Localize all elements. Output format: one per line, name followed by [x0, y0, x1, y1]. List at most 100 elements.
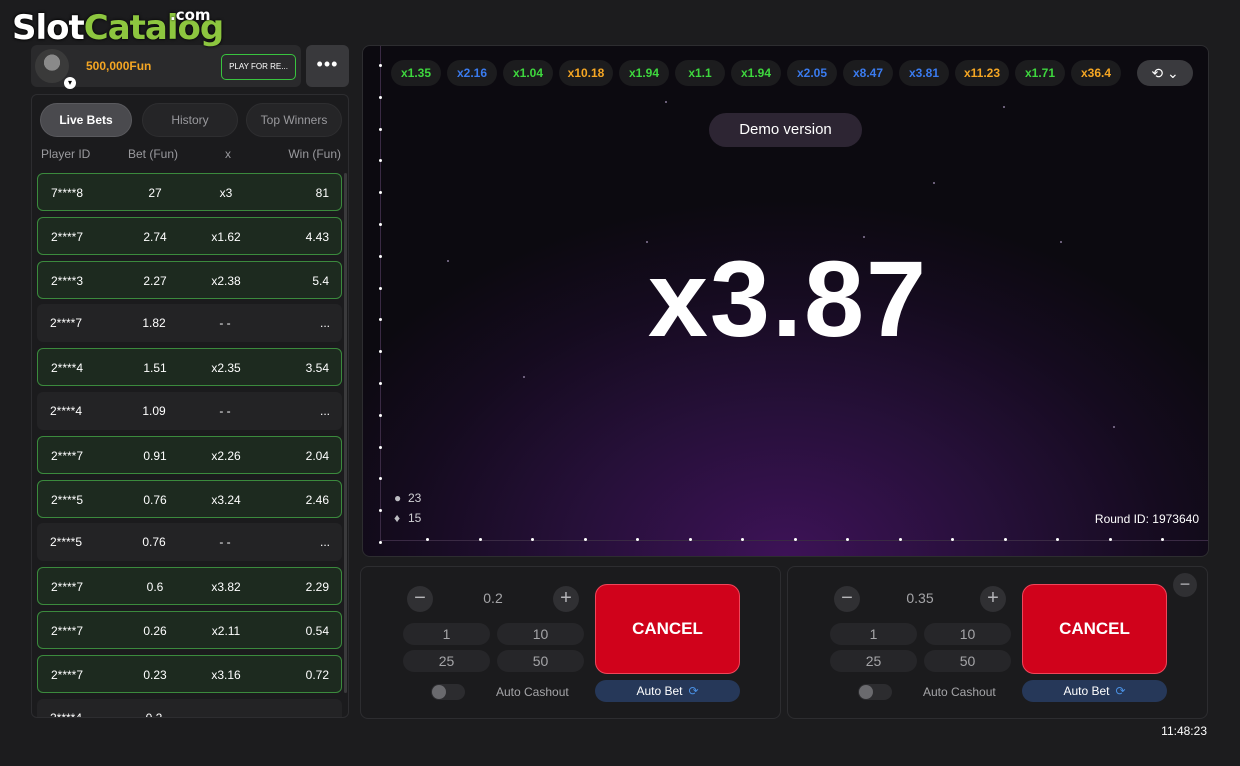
bet-win: 5.4 — [312, 273, 329, 288]
bet-player-id: 2****5 — [51, 492, 84, 507]
quick-bet-25[interactable]: 25 — [403, 650, 490, 672]
history-icon: ⟲ — [1151, 65, 1164, 81]
tab-top-winners[interactable]: Top Winners — [246, 103, 342, 137]
auto-cashout-label: Auto Cashout — [496, 685, 569, 699]
logo-slot-text: Slot — [12, 8, 85, 48]
y-axis-dot — [379, 223, 382, 226]
round-id: Round ID: 1973640 — [1095, 512, 1199, 526]
x-axis-dot — [1003, 538, 1007, 541]
bet-win: 2.46 — [305, 492, 329, 507]
bets-column-headers: Player ID Bet (Fun) x Win (Fun) — [32, 147, 348, 163]
bet-multiplier: x1.62 — [211, 229, 241, 244]
auto-cashout-toggle[interactable] — [858, 684, 892, 700]
chevron-down-icon[interactable]: ▾ — [64, 77, 76, 89]
bet-player-id: 2****7 — [51, 580, 84, 595]
bet-player-id: 7****8 — [51, 186, 84, 200]
more-menu-button[interactable]: ••• — [306, 45, 349, 87]
bet-row: 2****7 0.23 x3.16 0.72 — [37, 654, 342, 693]
history-toggle-button[interactable]: ⟲ ⌄ — [1137, 60, 1193, 86]
bet-row: 2****7 1.82 - -... — [37, 304, 342, 343]
decrease-bet-button[interactable]: − — [834, 586, 860, 612]
x-axis-dot — [1056, 538, 1059, 541]
bet-player-id: 2****4 — [50, 404, 83, 418]
cancel-button[interactable]: CANCEL — [595, 584, 740, 674]
y-axis-dot — [379, 191, 382, 195]
decrease-bet-button[interactable]: − — [407, 586, 433, 612]
y-axis-dot — [379, 350, 382, 354]
y-axis-dot — [379, 95, 382, 99]
auto-bet-button[interactable]: Auto Bet ⟳ — [1022, 680, 1167, 702]
increase-bet-button[interactable]: + — [553, 586, 579, 612]
history-multiplier: x1.04 — [503, 60, 553, 86]
y-axis-dot — [379, 127, 382, 131]
auto-bet-label: Auto Bet — [1063, 684, 1110, 698]
bet-amount-value[interactable]: 0.35 — [872, 590, 968, 606]
tab-history[interactable]: History — [142, 103, 238, 137]
x-axis-dot — [636, 538, 639, 541]
tab-live-bets[interactable]: Live Bets — [40, 103, 132, 137]
auto-cashout-label: Auto Cashout — [923, 685, 996, 699]
bet-row: 2****7 0.91 x2.26 2.04 — [37, 435, 342, 474]
bets-panel: Live Bets History Top Winners Player ID … — [31, 94, 349, 718]
quick-bet-50[interactable]: 50 — [497, 650, 584, 672]
winners-count-value: 15 — [408, 511, 422, 525]
bet-multiplier: - - — [219, 535, 231, 550]
bet-win: 0.54 — [305, 624, 329, 638]
x-axis-dot — [846, 538, 849, 541]
bet-multiplier: x2.11 — [211, 624, 241, 638]
col-player-id: Player ID — [41, 147, 91, 161]
bet-multiplier: x2.38 — [211, 273, 241, 288]
bet-win: 4.43 — [305, 229, 329, 244]
cancel-button[interactable]: CANCEL — [1022, 584, 1167, 674]
y-axis-dot — [379, 413, 382, 417]
history-multiplier: x1.1 — [675, 60, 725, 86]
star — [1003, 106, 1005, 108]
auto-bet-button[interactable]: Auto Bet ⟳ — [595, 680, 740, 702]
col-win: Win (Fun) — [288, 147, 341, 161]
play-for-real-button[interactable]: PLAY FOR RE... — [221, 54, 296, 80]
bet-player-id: 2****7 — [51, 229, 84, 244]
x-axis-dot — [1108, 538, 1112, 541]
bet-row: 2****5 0.76 - -... — [37, 523, 342, 562]
bet-amount-value[interactable]: 0.2 — [445, 590, 541, 606]
bet-amount: 0.91 — [143, 448, 167, 463]
history-multiplier: x1.35 — [391, 60, 441, 86]
quick-bet-25[interactable]: 25 — [830, 650, 917, 672]
y-axis-dot — [379, 64, 382, 67]
players-count-value: 23 — [408, 491, 422, 505]
history-multiplier: x36.4 — [1071, 60, 1121, 86]
players-stats: ● 23 ♦ 15 — [394, 491, 421, 525]
history-multiplier: x11.23 — [955, 60, 1009, 86]
avatar[interactable] — [35, 49, 69, 83]
bet-row: 2****7 0.6 x3.82 2.29 — [37, 567, 342, 606]
bet-amount: 1.09 — [142, 404, 166, 418]
bet-multiplier: - - — [219, 404, 231, 418]
y-axis-dot — [379, 318, 382, 322]
bets-scrollbar[interactable] — [344, 173, 347, 693]
col-multiplier: x — [225, 147, 231, 161]
remove-bet-panel-button[interactable]: − — [1173, 573, 1197, 597]
bet-multiplier: - - — [219, 316, 231, 331]
quick-bet-50[interactable]: 50 — [924, 650, 1011, 672]
quick-bet-10[interactable]: 10 — [924, 623, 1011, 645]
increase-bet-button[interactable]: + — [980, 586, 1006, 612]
x-axis-dot — [688, 538, 692, 541]
bet-amount-stepper: − 0.35 + — [832, 584, 1008, 614]
bet-win: 2.29 — [305, 580, 329, 595]
bet-amount: 2.74 — [143, 229, 167, 244]
winners-count: ♦ 15 — [394, 511, 421, 525]
history-multiplier: x1.94 — [619, 60, 669, 86]
bet-amount: 0.2 — [145, 710, 163, 718]
quick-bet-1[interactable]: 1 — [403, 623, 490, 645]
col-bet: Bet (Fun) — [128, 147, 179, 161]
bet-multiplier: x3.82 — [211, 580, 241, 595]
bet-amount: 0.6 — [146, 580, 164, 595]
bet-win: ... — [319, 535, 330, 550]
bet-amount: 2.27 — [143, 273, 167, 288]
y-axis-dot — [379, 445, 382, 449]
round-id-value: 1973640 — [1152, 512, 1199, 526]
quick-bet-10[interactable]: 10 — [497, 623, 584, 645]
auto-cashout-toggle[interactable] — [431, 684, 465, 700]
y-axis-dot — [379, 541, 382, 544]
quick-bet-1[interactable]: 1 — [830, 623, 917, 645]
